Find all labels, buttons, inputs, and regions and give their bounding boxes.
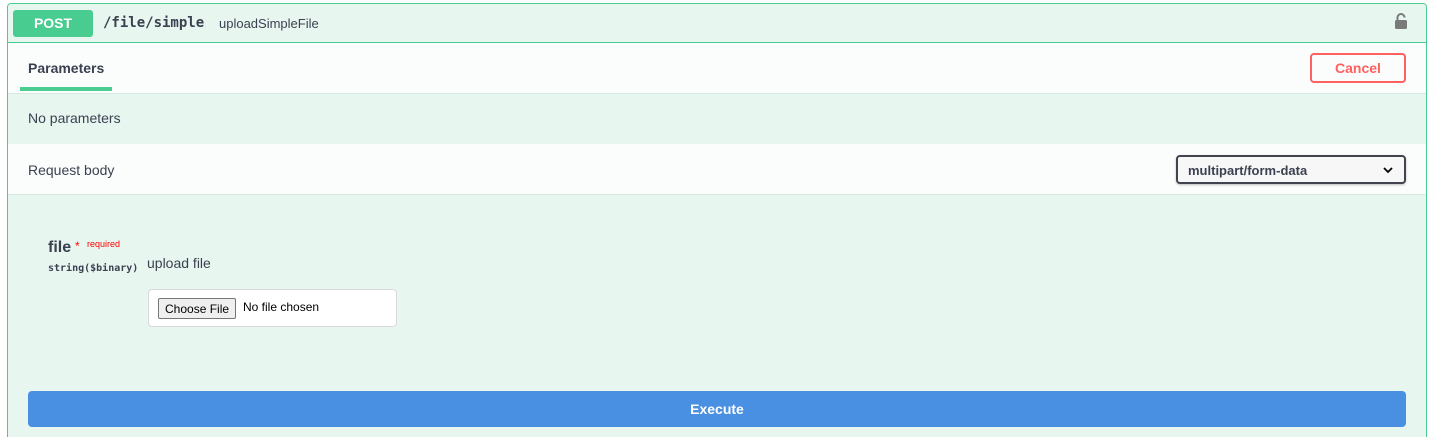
operation-id: uploadSimpleFile [219,16,319,31]
chevron-down-icon [1383,167,1393,174]
no-parameters-text: No parameters [28,110,121,126]
required-star: * [75,239,80,253]
param-name: file [48,239,72,256]
request-body-title: Request body [28,162,115,178]
param-description: upload file [147,255,211,271]
content-type-value: multipart/form-data [1188,163,1308,178]
choose-file-button[interactable]: Choose File [158,298,237,319]
request-body-header: Request body multipart/form-data [8,144,1426,195]
method-badge: POST [13,10,93,37]
parameters-header: Parameters Cancel [8,43,1426,94]
file-input-field: Choose File No file chosen [148,289,397,327]
operation-block: POST /file/simple uploadSimpleFile Param… [7,3,1427,437]
cancel-button[interactable]: Cancel [1310,53,1406,83]
no-file-chosen-text: No file chosen [243,300,320,314]
tab-parameters-label: Parameters [28,60,105,76]
content-type-select[interactable]: multipart/form-data [1176,155,1406,184]
param-type: string($binary) [48,263,139,274]
lock-icon[interactable] [1394,12,1408,30]
operation-path: /file/simple [103,15,205,31]
execute-button[interactable]: Execute [28,391,1406,427]
tab-parameters[interactable]: Parameters [20,43,112,91]
required-label: required [87,239,121,249]
operation-summary[interactable]: POST /file/simple uploadSimpleFile [8,4,1426,43]
